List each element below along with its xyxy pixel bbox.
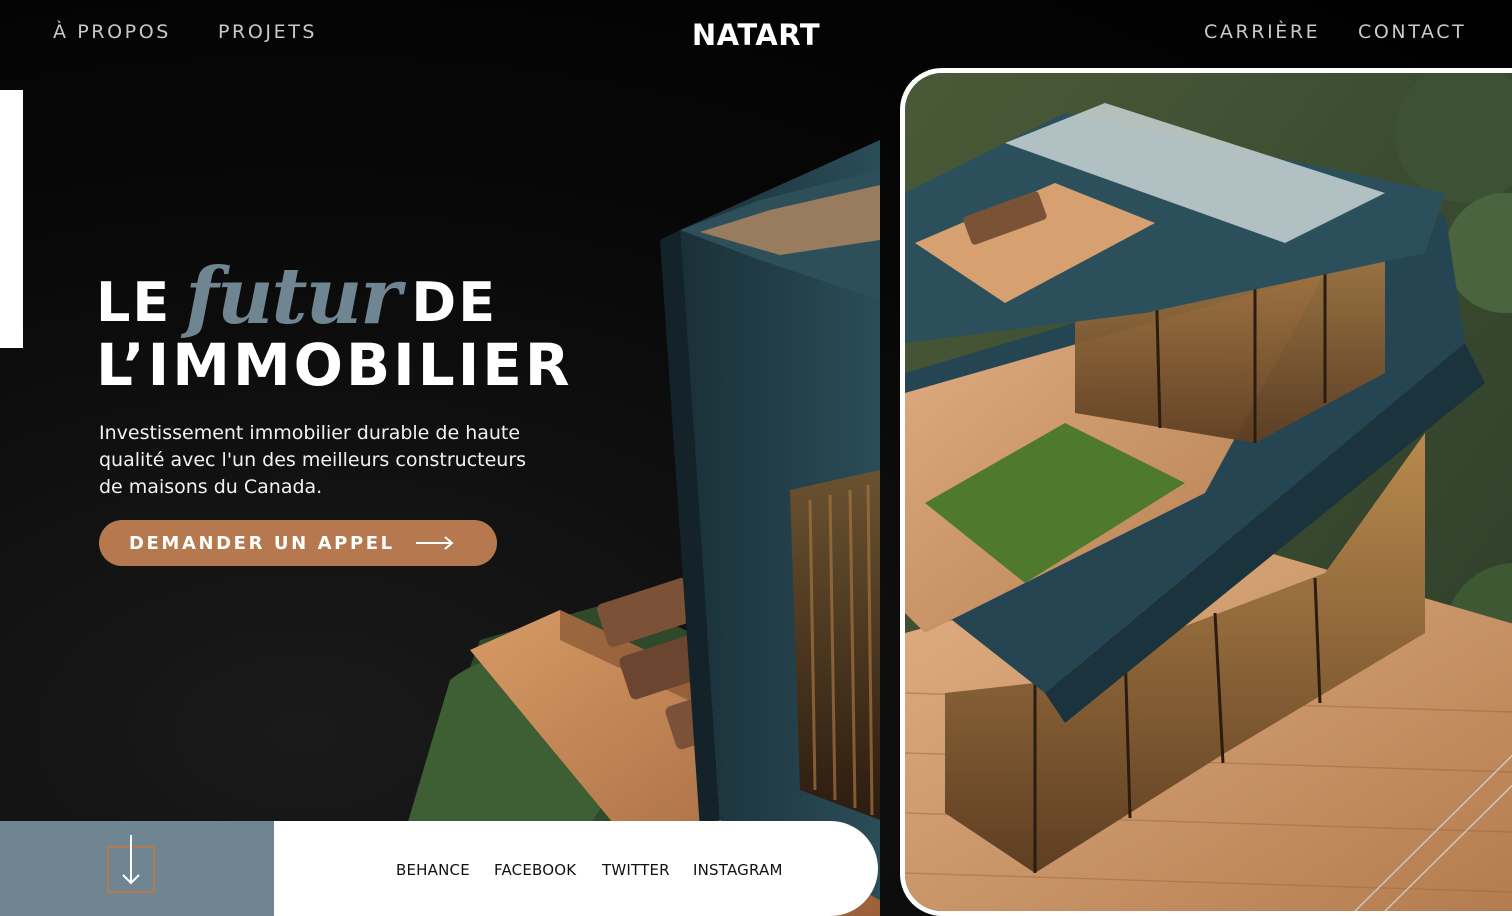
social-facebook-link[interactable]: FACEBOOK: [494, 861, 576, 879]
social-instagram-link[interactable]: INSTAGRAM: [693, 861, 783, 879]
social-links-bar: BEHANCE FACEBOOK TWITTER INSTAGRAM: [274, 821, 878, 916]
nav-contact-link[interactable]: CONTACT: [1358, 21, 1466, 43]
nav-projects-link[interactable]: PROJETS: [218, 21, 317, 43]
house-aerial-illustration: [905, 73, 1512, 911]
scroll-down-panel: [0, 821, 274, 916]
headline-word-le: LE: [96, 271, 172, 334]
side-accent-bar: [0, 90, 23, 348]
request-call-label: DEMANDER UN APPEL: [129, 532, 395, 554]
request-call-button[interactable]: DEMANDER UN APPEL: [99, 520, 497, 566]
social-behance-link[interactable]: BEHANCE: [396, 861, 470, 879]
hero-headline: LE futur DE L’IMMOBILIER: [96, 258, 573, 399]
headline-word-de: DE: [411, 271, 498, 334]
brand-logo[interactable]: NATART: [692, 18, 820, 52]
hero-description: Investissement immobilier durable de hau…: [99, 422, 527, 498]
headline-line-1: LE futur DE: [96, 258, 573, 336]
headline-word-futur: futur: [185, 251, 401, 342]
arrow-right-icon: [415, 535, 455, 551]
featured-house-image: [900, 68, 1512, 916]
social-twitter-link[interactable]: TWITTER: [602, 861, 670, 879]
headline-word-immobilier: L’IMMOBILIER: [96, 331, 573, 399]
arrow-down-icon[interactable]: [120, 835, 142, 892]
nav-about-link[interactable]: À PROPOS: [53, 21, 171, 43]
nav-careers-link[interactable]: CARRIÈRE: [1204, 21, 1320, 43]
